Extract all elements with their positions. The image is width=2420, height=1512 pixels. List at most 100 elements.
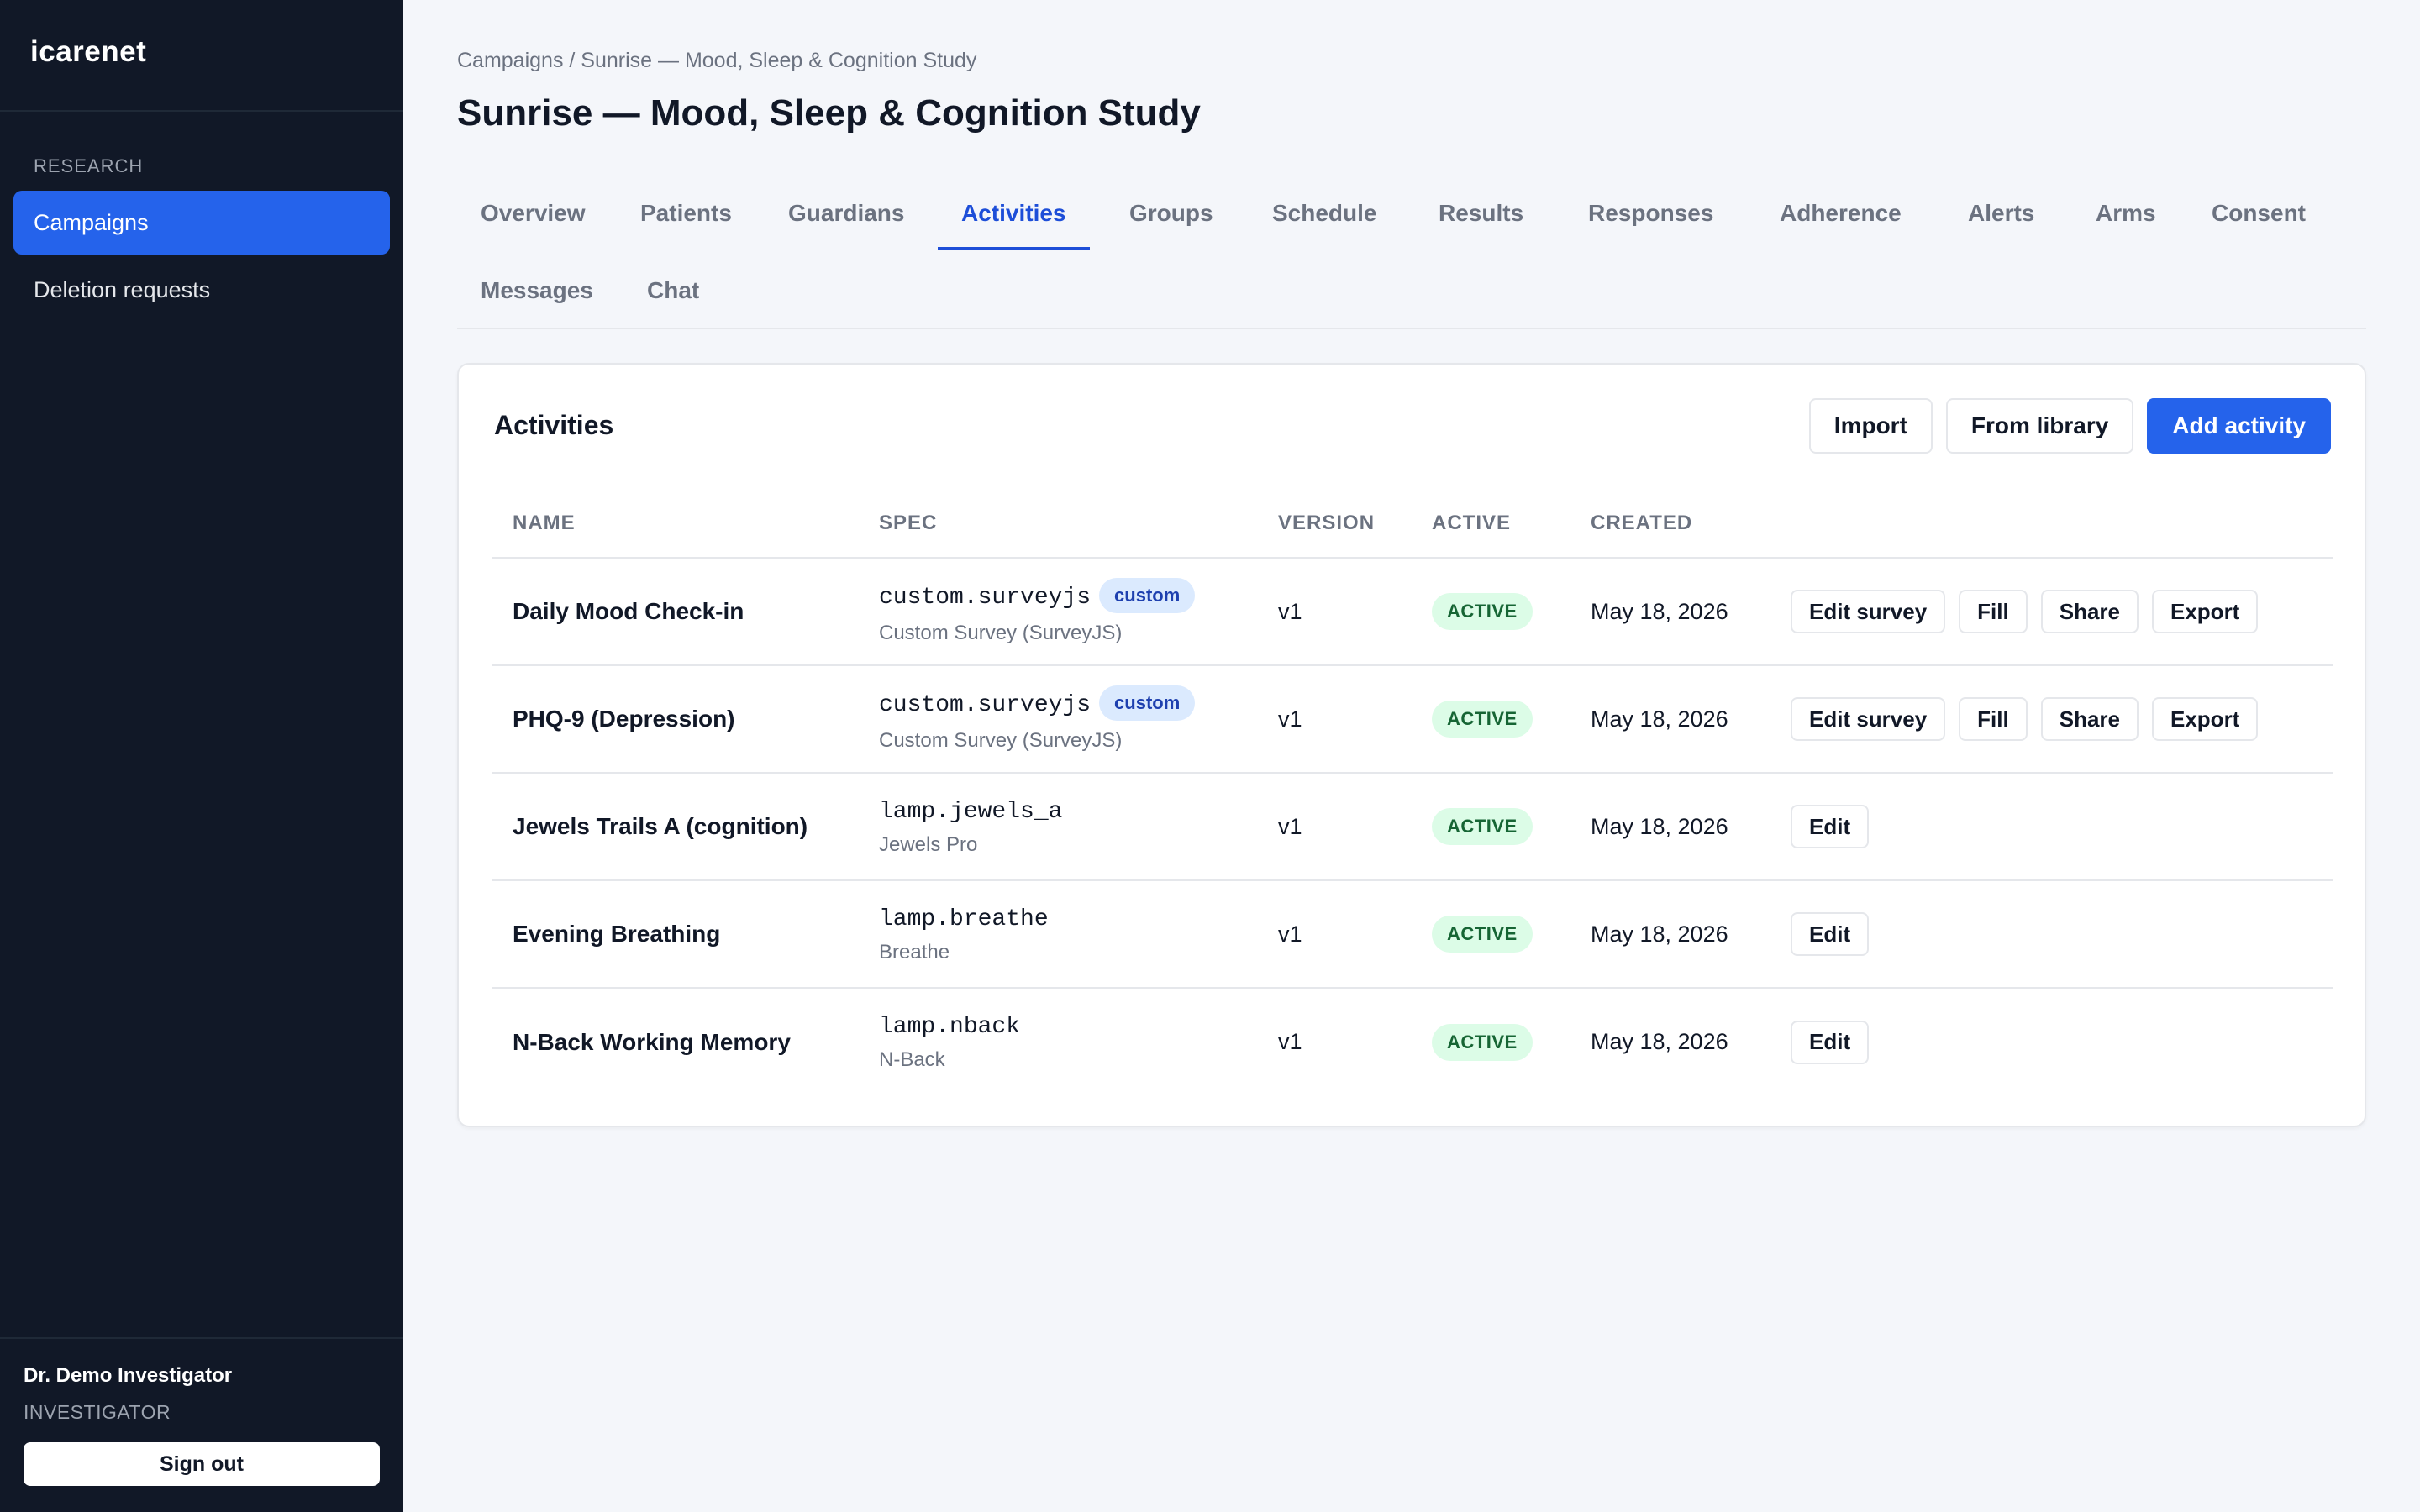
app-brand: icarenet [0, 0, 403, 112]
import-button[interactable]: Import [1808, 398, 1933, 454]
status-badge: ACTIVE [1432, 1023, 1533, 1061]
tab-overview[interactable]: Overview [457, 176, 609, 250]
tab-results[interactable]: Results [1415, 176, 1547, 250]
user-name: Dr. Demo Investigator [24, 1364, 233, 1387]
spec-code: custom.surveyjs [879, 692, 1092, 718]
activity-status: ACTIVE [1412, 988, 1570, 1095]
activity-spec: lamp.breathe Breathe [859, 880, 1258, 989]
edit-survey-button[interactable]: Edit survey [1791, 697, 1946, 741]
activity-status: ACTIVE [1412, 773, 1570, 881]
fill-button[interactable]: Fill [1959, 590, 2028, 633]
activity-name: PHQ-9 (Depression) [492, 665, 859, 774]
breadcrumb: Campaigns / Sunrise — Mood, Sleep & Cogn… [457, 49, 977, 72]
activity-created: May 18, 2026 [1591, 1029, 1728, 1054]
activity-actions: Edit [1770, 988, 2333, 1095]
table-row: N-Back Working Memory lamp.nback N-Back … [492, 988, 2333, 1095]
activity-created: May 18, 2026 [1570, 665, 1770, 774]
sidebar-section-label: RESEARCH [34, 155, 144, 176]
activity-spec: lamp.jewels_a Jewels Pro [859, 773, 1258, 881]
activity-name: Daily Mood Check-in [492, 558, 859, 666]
tab-guardians[interactable]: Guardians [765, 176, 928, 250]
tab-messages[interactable]: Messages [457, 254, 617, 328]
export-button[interactable]: Export [2152, 590, 2259, 633]
activity-created: May 18, 2026 [1570, 880, 1770, 989]
activity-name: Evening Breathing [492, 880, 859, 989]
spec-description: Breathe [879, 940, 950, 963]
spec-description: Custom Survey (SurveyJS) [879, 622, 1123, 644]
activity-version: v1 [1258, 773, 1412, 881]
activity-version: v1 [1258, 558, 1412, 666]
tab-chat[interactable]: Chat [623, 254, 723, 328]
custom-badge: custom [1099, 685, 1196, 721]
tab-schedule[interactable]: Schedule [1249, 176, 1400, 250]
sidebar-item-campaigns[interactable]: Campaigns [13, 191, 390, 255]
table-header-row: NAME SPEC VERSION ACTIVE CREATED [492, 489, 2333, 559]
activity-version: v1 [1258, 665, 1412, 774]
tab-activities[interactable]: Activities [938, 176, 1090, 250]
column-header-spec: SPEC [859, 489, 1258, 559]
column-header-created: CREATED [1570, 489, 1770, 559]
sign-out-button[interactable]: Sign out [24, 1442, 380, 1486]
table-row: PHQ-9 (Depression) custom.surveyjs custom… [492, 665, 2333, 774]
spec-code: lamp.jewels_a [879, 798, 1063, 825]
spec-code: lamp.breathe [879, 906, 1049, 932]
tab-arms[interactable]: Arms [2072, 176, 2180, 250]
tab-adherence[interactable]: Adherence [1756, 176, 1925, 250]
edit-button[interactable]: Edit [1791, 805, 1870, 848]
activities-table: NAME SPEC VERSION ACTIVE CREATED Daily M… [492, 489, 2333, 1095]
activity-status: ACTIVE [1412, 880, 1570, 989]
activity-name: N-Back Working Memory [513, 1028, 791, 1055]
column-header-version: VERSION [1258, 489, 1412, 559]
tab-responses[interactable]: Responses [1565, 176, 1737, 250]
activity-spec: custom.surveyjs custom Custom Survey (Sur… [859, 558, 1258, 666]
status-badge: ACTIVE [1432, 808, 1533, 845]
activity-actions: Edit [1770, 773, 2333, 881]
sidebar-nav: Campaigns Deletion requests [0, 177, 403, 322]
user-role: INVESTIGATOR [24, 1401, 171, 1423]
tab-patients[interactable]: Patients [617, 176, 755, 250]
status-badge: ACTIVE [1432, 916, 1533, 953]
card-title: Activities [494, 410, 614, 440]
add-activity-button[interactable]: Add activity [2147, 398, 2331, 454]
export-button[interactable]: Export [2152, 697, 2259, 741]
sidebar: icarenet RESEARCH Campaigns Deletion req… [0, 0, 403, 1512]
table-row: Daily Mood Check-in custom.surveyjs custo… [492, 558, 2333, 666]
activity-status: ACTIVE [1412, 665, 1570, 774]
table-row: Jewels Trails A (cognition) lamp.jewels_… [492, 773, 2333, 881]
custom-badge: custom [1099, 578, 1196, 613]
activity-version: v1 [1258, 880, 1412, 989]
activity-actions: Edit survey Fill Share Export [1770, 665, 2333, 774]
activity-version: v1 [1278, 1029, 1302, 1054]
column-header-actions [1770, 489, 2333, 559]
main-content: Campaigns / Sunrise — Mood, Sleep & Cogn… [403, 0, 2420, 1512]
from-library-button[interactable]: From library [1945, 398, 2134, 454]
fill-button[interactable]: Fill [1959, 697, 2028, 741]
tab-groups[interactable]: Groups [1106, 176, 1237, 250]
card-actions: Import From library Add activity [1808, 398, 2331, 454]
activity-created: May 18, 2026 [1570, 558, 1770, 666]
share-button[interactable]: Share [2040, 697, 2139, 741]
status-badge: ACTIVE [1432, 593, 1533, 630]
spec-description: N-Back [879, 1048, 945, 1071]
tab-bar: Overview Patients Guardians Activities G… [457, 176, 2366, 329]
edit-survey-button[interactable]: Edit survey [1791, 590, 1946, 633]
spec-code: lamp.nback [879, 1014, 1021, 1040]
activity-status: ACTIVE [1412, 558, 1570, 666]
edit-button[interactable]: Edit [1791, 1020, 1870, 1064]
activity-spec: custom.surveyjs custom Custom Survey (Sur… [859, 665, 1258, 774]
edit-button[interactable]: Edit [1791, 912, 1870, 956]
spec-description: Jewels Pro [879, 832, 978, 856]
column-header-name: NAME [492, 489, 859, 559]
sidebar-item-deletion-requests[interactable]: Deletion requests [13, 258, 390, 322]
table-row: Evening Breathing lamp.breathe Breathe v… [492, 880, 2333, 989]
tab-consent[interactable]: Consent [2188, 176, 2329, 250]
page-title: Sunrise — Mood, Sleep & Cognition Study [457, 92, 1201, 134]
spec-code: custom.surveyjs [879, 585, 1092, 611]
share-button[interactable]: Share [2040, 590, 2139, 633]
activity-spec: lamp.nback N-Back [859, 988, 1258, 1095]
activity-name: Jewels Trails A (cognition) [492, 773, 859, 881]
column-header-active: ACTIVE [1412, 489, 1570, 559]
tab-alerts[interactable]: Alerts [1944, 176, 2058, 250]
activity-actions: Edit survey Fill Share Export [1770, 558, 2333, 666]
user-panel: Dr. Demo Investigator INVESTIGATOR Sign … [0, 1337, 403, 1512]
